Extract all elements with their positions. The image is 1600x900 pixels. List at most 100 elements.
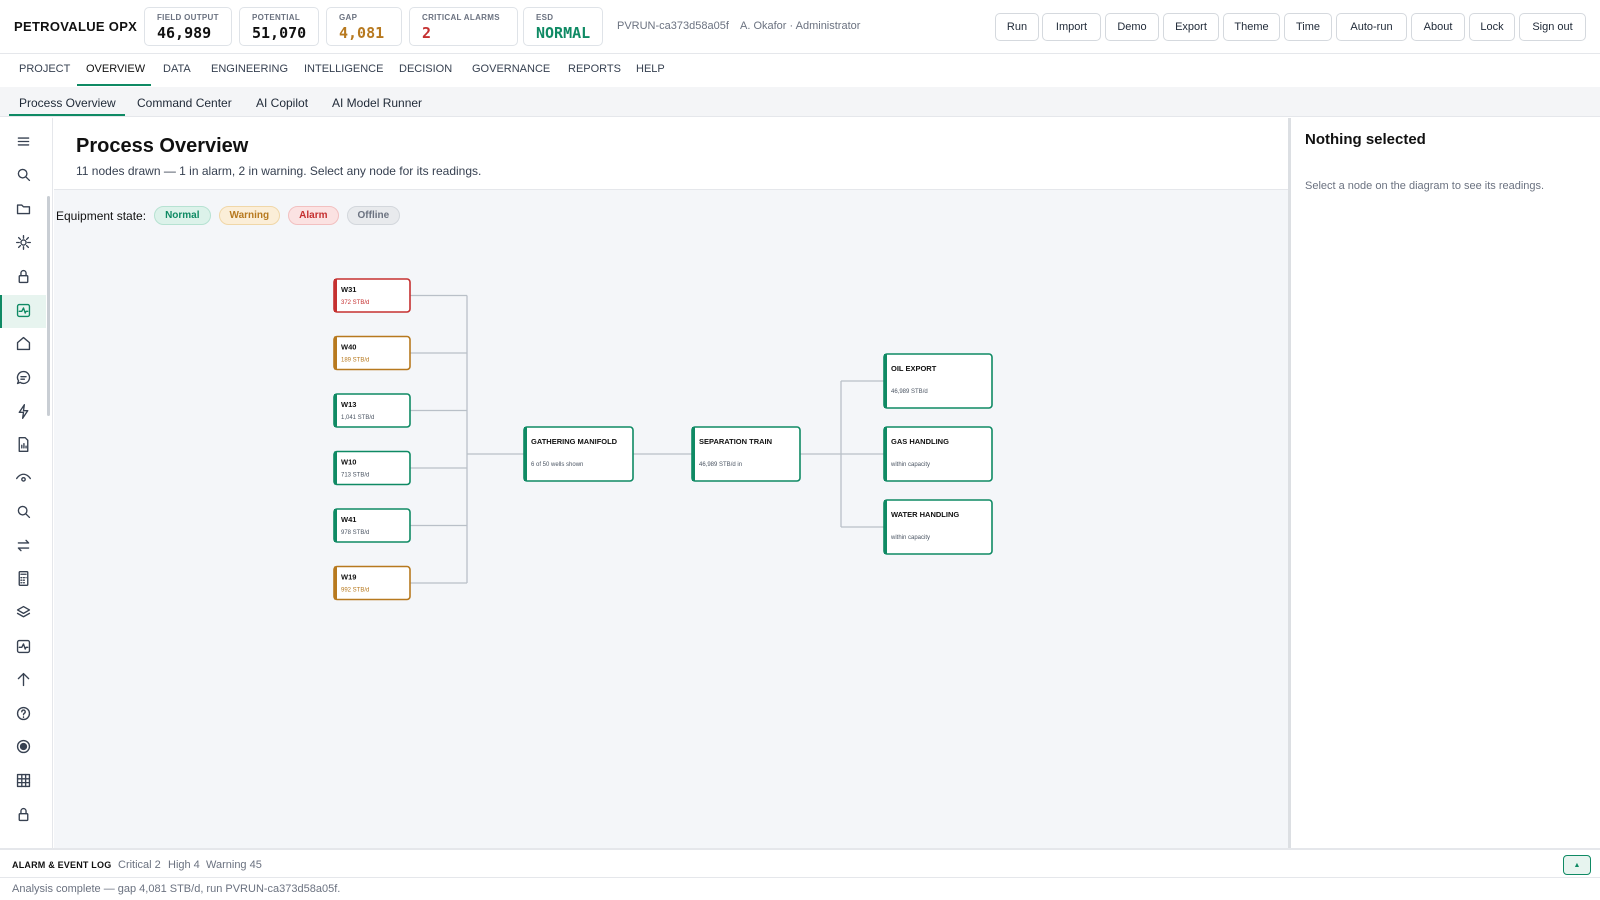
well-node-w40[interactable]: W40 189 STB/d xyxy=(333,335,411,371)
active-tab-indicator xyxy=(77,84,151,86)
kpi-label: ESD xyxy=(536,13,554,22)
water-handling-node[interactable]: WATER HANDLING within capacity xyxy=(883,499,993,555)
expand-log-button[interactable]: ▲ xyxy=(1563,855,1591,875)
status-bar: Analysis complete — gap 4,081 STB/d, run… xyxy=(0,878,1600,900)
node-state-bar xyxy=(334,336,337,370)
demo-button[interactable]: Demo xyxy=(1105,13,1159,41)
well-node-w41[interactable]: W41 978 STB/d xyxy=(333,508,411,543)
node-frame xyxy=(523,426,634,482)
nav-help[interactable]: HELP xyxy=(636,63,665,75)
node-detail: 189 STB/d xyxy=(341,358,369,364)
report-icon[interactable] xyxy=(13,434,33,454)
auto-run-button[interactable]: Auto-run xyxy=(1336,13,1407,41)
lock-button[interactable]: Lock xyxy=(1469,13,1515,41)
tab-command-center[interactable]: Command Center xyxy=(137,96,232,110)
inspector-hint: Select a node on the diagram to see its … xyxy=(1305,180,1545,192)
well-node-w31[interactable]: W31 372 STB/d xyxy=(333,278,411,313)
separation-train-node[interactable]: SEPARATION TRAIN 46,989 STB/d in xyxy=(691,426,801,482)
record-icon[interactable] xyxy=(13,736,33,756)
nav-data[interactable]: DATA xyxy=(163,63,191,75)
kpi-value: 2 xyxy=(422,24,432,42)
swap-icon[interactable] xyxy=(13,535,33,555)
calculator-icon[interactable] xyxy=(13,568,33,588)
gathering-manifold-node[interactable]: GATHERING MANIFOLD 6 of 50 wells shown xyxy=(523,426,634,482)
nav-governance[interactable]: GOVERNANCE xyxy=(472,63,550,75)
about-button[interactable]: About xyxy=(1411,13,1465,41)
help-icon[interactable] xyxy=(13,703,33,723)
node-detail: 1,041 STB/d xyxy=(341,415,374,421)
node-detail: 372 STB/d xyxy=(341,300,369,306)
rail-scrollbar[interactable] xyxy=(47,196,50,416)
legend-warning: Warning xyxy=(218,206,281,225)
nav-project[interactable]: PROJECT xyxy=(19,63,70,75)
nav-engineering[interactable]: ENGINEERING xyxy=(211,63,288,75)
node-frame xyxy=(333,565,411,601)
oil-export-node[interactable]: OIL EXPORT 46,989 STB/d xyxy=(883,353,993,409)
node-name: W41 xyxy=(341,515,356,524)
tab-ai-model-runner[interactable]: AI Model Runner xyxy=(332,96,422,110)
gear-icon[interactable] xyxy=(13,232,33,252)
menu-icon[interactable] xyxy=(13,131,33,151)
chat-icon[interactable] xyxy=(13,367,33,387)
export-button[interactable]: Export xyxy=(1163,13,1219,41)
alarm-event-log[interactable]: ALARM & EVENT LOG Critical 2 High 4 Warn… xyxy=(0,848,1600,878)
theme-button[interactable]: Theme xyxy=(1223,13,1280,41)
nav-decision[interactable]: DECISION xyxy=(399,63,452,75)
node-frame xyxy=(883,353,993,409)
node-state-bar xyxy=(334,566,337,600)
nav-reports[interactable]: REPORTS xyxy=(568,63,621,75)
kpi-value: 51,070 xyxy=(252,24,307,42)
node-state-bar xyxy=(524,427,527,481)
node-frame xyxy=(333,278,411,313)
node-detail: 46,989 STB/d xyxy=(891,389,928,395)
node-name: W31 xyxy=(341,285,356,294)
folder-icon[interactable] xyxy=(13,198,33,218)
equipment-state-legend: Equipment state: Normal Warning Alarm Of… xyxy=(56,206,408,225)
run-button[interactable]: Run xyxy=(995,13,1039,41)
icon-rail xyxy=(0,118,53,848)
lock-icon[interactable] xyxy=(13,804,33,824)
gas-handling-node[interactable]: GAS HANDLING within capacity xyxy=(883,426,993,482)
import-button[interactable]: Import xyxy=(1042,13,1101,41)
pulse-icon[interactable] xyxy=(13,636,33,656)
layers-icon[interactable] xyxy=(13,602,33,622)
eye-icon[interactable] xyxy=(13,468,33,488)
grid-icon[interactable] xyxy=(13,770,33,790)
tab-ai-copilot[interactable]: AI Copilot xyxy=(256,96,308,110)
page-header: Process Overview 11 nodes drawn — 1 in a… xyxy=(54,118,1288,190)
well-node-w10[interactable]: W10 713 STB/d xyxy=(333,450,411,486)
node-state-bar xyxy=(884,427,887,481)
node-name: GATHERING MANIFOLD xyxy=(531,437,618,446)
node-detail: 46,989 STB/d in xyxy=(699,462,742,468)
tab-process-overview[interactable]: Process Overview xyxy=(19,96,116,110)
kpi-critical-alarms: CRITICAL ALARMS 2 xyxy=(409,7,518,46)
search-icon[interactable] xyxy=(13,164,33,184)
arrow-up-icon[interactable] xyxy=(13,669,33,689)
sign-out-button[interactable]: Sign out xyxy=(1519,13,1586,41)
legend-label: Equipment state: xyxy=(56,208,147,223)
node-frame xyxy=(883,499,993,555)
kpi-label: GAP xyxy=(339,13,358,22)
nav-overview[interactable]: OVERVIEW xyxy=(86,63,145,75)
lock-icon[interactable] xyxy=(13,266,33,286)
nav-intelligence[interactable]: INTELLIGENCE xyxy=(304,63,383,75)
primary-nav: PROJECT OVERVIEW DATA ENGINEERING INTELL… xyxy=(0,54,1600,87)
search-icon[interactable] xyxy=(13,501,33,521)
well-node-w13[interactable]: W13 1,041 STB/d xyxy=(333,393,411,428)
activity-icon[interactable] xyxy=(13,300,33,320)
node-detail: 978 STB/d xyxy=(341,530,369,536)
alarm-log-title: ALARM & EVENT LOG xyxy=(12,860,112,870)
well-node-w19[interactable]: W19 992 STB/d xyxy=(333,565,411,601)
node-frame xyxy=(691,426,801,482)
page-subtitle: 11 nodes drawn — 1 in alarm, 2 in warnin… xyxy=(76,164,482,178)
home-icon[interactable] xyxy=(13,333,33,353)
node-frame xyxy=(883,426,993,482)
alarm-critical-count: Critical 2 xyxy=(118,859,161,871)
bolt-icon[interactable] xyxy=(13,401,33,421)
time-button[interactable]: Time xyxy=(1284,13,1332,41)
kpi-label: FIELD OUTPUT xyxy=(157,13,219,22)
kpi-value: NORMAL xyxy=(536,24,591,42)
node-detail: 992 STB/d xyxy=(341,588,369,594)
alarm-warning-count: Warning 45 xyxy=(206,859,262,871)
main-content: W31 372 STB/d W40 189 STB/d W13 1,041 STB/d W1… xyxy=(54,118,1288,848)
